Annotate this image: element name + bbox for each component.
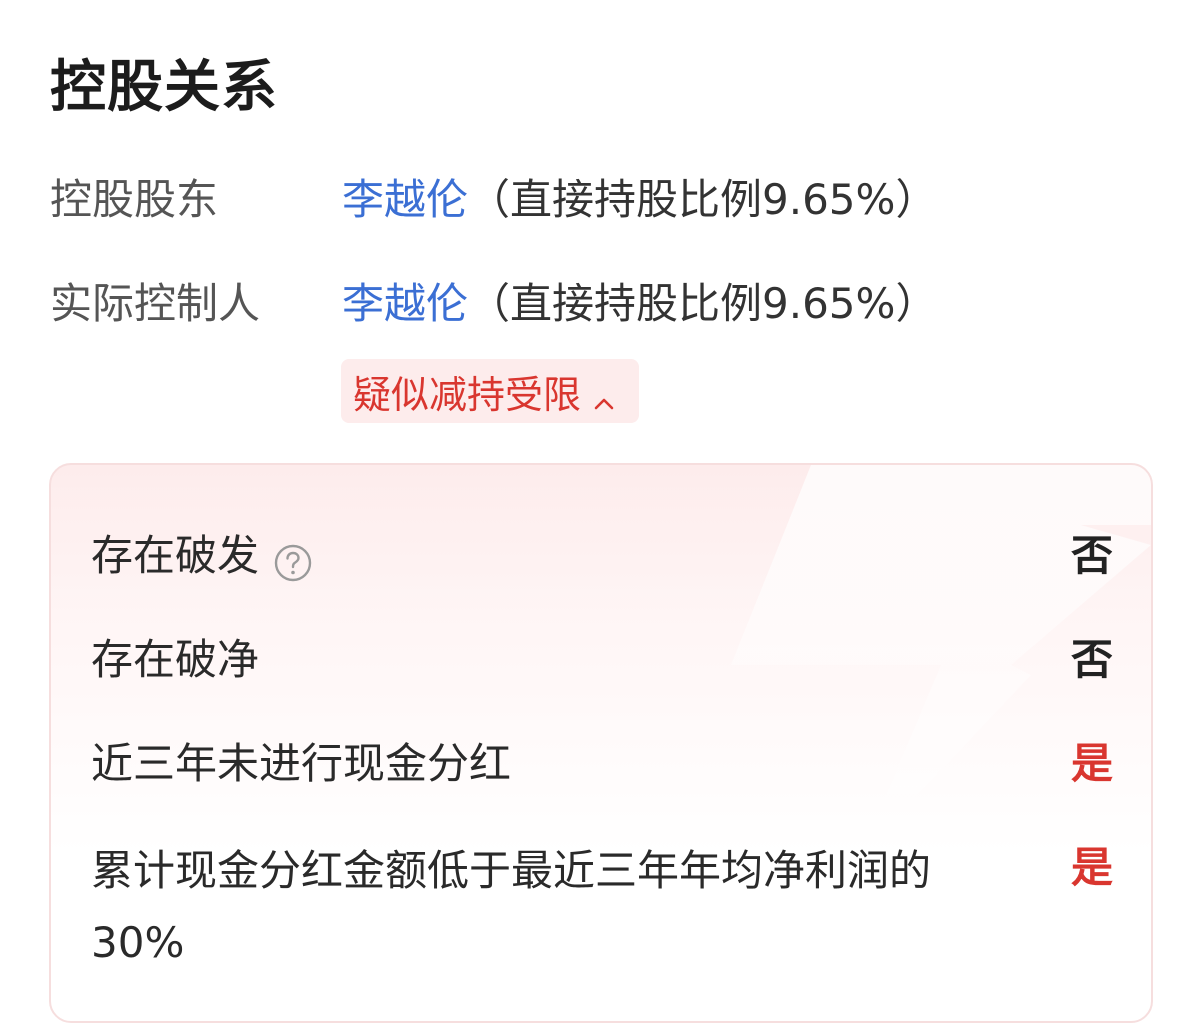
low-dividend-label: 累计现金分红金额低于最近三年年均净利润的30%	[91, 846, 932, 967]
page-title: 控股关系	[50, 55, 278, 120]
reduction-restricted-toggle[interactable]: 疑似减持受限	[341, 359, 639, 423]
controlling-shareholder-link[interactable]: 李越伦	[342, 170, 468, 230]
controlling-shareholder-note: （直接持股比例9.65%）	[468, 175, 938, 224]
actual-controller-value: 李越伦 （直接持股比例9.65%）	[342, 274, 937, 334]
controlling-shareholder-value: 李越伦 （直接持股比例9.65%）	[342, 170, 937, 230]
broken-issue-value: 否	[1070, 531, 1113, 580]
no-dividend-label: 近三年未进行现金分红	[91, 739, 512, 788]
broken-net-value: 否	[1070, 635, 1113, 684]
actual-controller-label: 实际控制人	[50, 279, 261, 328]
risk-item-broken-issue: 存在破发 否	[91, 523, 1113, 589]
risk-item-low-dividend: 累计现金分红金额低于最近三年年均净利润的30% 是	[91, 835, 1113, 979]
chevron-up-icon	[593, 380, 615, 410]
low-dividend-value: 是	[1070, 843, 1113, 892]
risk-detail-panel: 存在破发 否 存在破净 否 近三年未进行现金分红 是 累计现金分红金额低于最近三…	[49, 463, 1153, 1023]
controlling-shareholder-label: 控股股东	[50, 175, 219, 224]
risk-item-broken-net: 存在破净 否	[91, 627, 1113, 693]
actual-controller-link[interactable]: 李越伦	[342, 274, 468, 334]
actual-controller-row: 实际控制人 李越伦 （直接持股比例9.65%）	[50, 274, 937, 334]
reduction-restricted-label: 疑似减持受限	[353, 372, 582, 417]
no-dividend-value: 是	[1070, 739, 1113, 788]
controlling-shareholder-row: 控股股东 李越伦 （直接持股比例9.65%）	[50, 170, 937, 230]
broken-issue-label: 存在破发	[91, 531, 260, 580]
risk-item-label: 存在破发	[91, 523, 313, 589]
risk-item-no-dividend: 近三年未进行现金分红 是	[91, 731, 1113, 797]
broken-net-label: 存在破净	[91, 635, 260, 684]
help-icon[interactable]	[273, 536, 313, 582]
actual-controller-note: （直接持股比例9.65%）	[468, 279, 938, 328]
